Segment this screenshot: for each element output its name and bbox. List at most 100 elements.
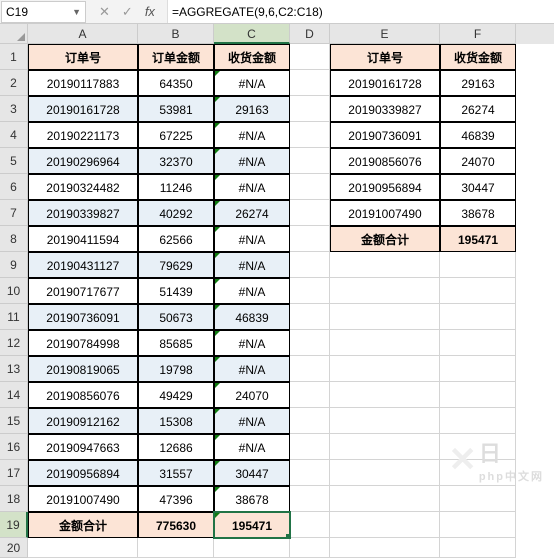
cell[interactable] [330, 512, 440, 538]
cell[interactable] [290, 44, 330, 70]
row-header[interactable]: 9 [0, 252, 28, 278]
cell[interactable]: 金额合计 [28, 512, 138, 538]
cell[interactable]: 20190221173 [28, 122, 138, 148]
cell[interactable] [440, 304, 516, 330]
cell[interactable] [330, 252, 440, 278]
col-header-f[interactable]: F [440, 24, 516, 44]
cell[interactable]: 20190117883 [28, 70, 138, 96]
cell[interactable]: 46839 [214, 304, 290, 330]
row-header[interactable]: 13 [0, 356, 28, 382]
cell[interactable] [28, 538, 138, 558]
cell[interactable] [440, 460, 516, 486]
cell[interactable]: 金额合计 [330, 226, 440, 252]
cell[interactable]: 49429 [138, 382, 214, 408]
cell[interactable]: 79629 [138, 252, 214, 278]
cell[interactable] [330, 356, 440, 382]
cell[interactable]: 67225 [138, 122, 214, 148]
cell[interactable]: 订单号 [28, 44, 138, 70]
cell[interactable]: 20190736091 [28, 304, 138, 330]
cell[interactable]: 64350 [138, 70, 214, 96]
col-header-c[interactable]: C [214, 24, 290, 44]
cell[interactable]: 20190956894 [28, 460, 138, 486]
row-header[interactable]: 20 [0, 538, 28, 558]
row-header[interactable]: 12 [0, 330, 28, 356]
row-header[interactable]: 14 [0, 382, 28, 408]
cell[interactable]: 85685 [138, 330, 214, 356]
row-header[interactable]: 2 [0, 70, 28, 96]
row-header[interactable]: 10 [0, 278, 28, 304]
cell[interactable]: 20190411594 [28, 226, 138, 252]
cell[interactable]: 20190736091 [330, 122, 440, 148]
row-header[interactable]: 16 [0, 434, 28, 460]
cell[interactable]: 26274 [214, 200, 290, 226]
cell[interactable]: 40292 [138, 200, 214, 226]
cell[interactable] [290, 356, 330, 382]
cell[interactable] [290, 434, 330, 460]
cell[interactable] [330, 382, 440, 408]
chevron-down-icon[interactable]: ▼ [72, 7, 81, 17]
cell[interactable]: 20190324482 [28, 174, 138, 200]
cell[interactable] [440, 434, 516, 460]
cell[interactable]: 51439 [138, 278, 214, 304]
col-header-a[interactable]: A [28, 24, 138, 44]
cell[interactable] [440, 408, 516, 434]
cell[interactable] [330, 460, 440, 486]
row-header[interactable]: 7 [0, 200, 28, 226]
cell[interactable]: 19798 [138, 356, 214, 382]
cell[interactable]: 20190296964 [28, 148, 138, 174]
cell[interactable]: 30447 [440, 174, 516, 200]
cell[interactable]: 20190947663 [28, 434, 138, 460]
cell[interactable] [290, 200, 330, 226]
cell[interactable] [440, 356, 516, 382]
cell[interactable]: #N/A [214, 148, 290, 174]
row-header[interactable]: 5 [0, 148, 28, 174]
cell[interactable]: 50673 [138, 304, 214, 330]
cell[interactable] [290, 96, 330, 122]
cell[interactable] [290, 408, 330, 434]
cell[interactable]: #N/A [214, 70, 290, 96]
row-header[interactable]: 15 [0, 408, 28, 434]
cell[interactable] [330, 330, 440, 356]
cell[interactable]: 11246 [138, 174, 214, 200]
cell[interactable] [290, 70, 330, 96]
select-all-corner[interactable] [0, 24, 28, 44]
fill-handle[interactable] [286, 534, 290, 538]
cell[interactable] [440, 330, 516, 356]
cell[interactable] [330, 304, 440, 330]
cell[interactable]: 24070 [214, 382, 290, 408]
cell[interactable]: 38678 [440, 200, 516, 226]
cell[interactable]: #N/A [214, 122, 290, 148]
cell[interactable] [440, 538, 516, 558]
cell[interactable] [290, 460, 330, 486]
accept-icon[interactable]: ✓ [122, 4, 133, 20]
cell[interactable] [214, 538, 290, 558]
cell[interactable] [290, 330, 330, 356]
row-header[interactable]: 19 [0, 512, 28, 538]
cell[interactable] [290, 512, 330, 538]
col-header-d[interactable]: D [290, 24, 330, 44]
cell[interactable]: #N/A [214, 226, 290, 252]
cell[interactable] [290, 278, 330, 304]
cell[interactable] [290, 486, 330, 512]
row-header[interactable]: 17 [0, 460, 28, 486]
cell[interactable]: 收货金额 [214, 44, 290, 70]
row-header[interactable]: 3 [0, 96, 28, 122]
cell[interactable] [290, 538, 330, 558]
cell[interactable]: 30447 [214, 460, 290, 486]
cell[interactable] [440, 278, 516, 304]
cell[interactable]: 29163 [440, 70, 516, 96]
cell[interactable]: 订单号 [330, 44, 440, 70]
cell[interactable]: 20190339827 [28, 200, 138, 226]
cell[interactable]: 收货金额 [440, 44, 516, 70]
row-header[interactable]: 8 [0, 226, 28, 252]
fx-icon[interactable]: fx [145, 4, 155, 19]
cell[interactable]: #N/A [214, 408, 290, 434]
cell[interactable]: 195471 [440, 226, 516, 252]
cell[interactable]: 53981 [138, 96, 214, 122]
cell[interactable] [290, 174, 330, 200]
cell[interactable] [290, 148, 330, 174]
cell[interactable]: 38678 [214, 486, 290, 512]
cell[interactable]: #N/A [214, 174, 290, 200]
cell[interactable]: 46839 [440, 122, 516, 148]
cell[interactable]: 24070 [440, 148, 516, 174]
